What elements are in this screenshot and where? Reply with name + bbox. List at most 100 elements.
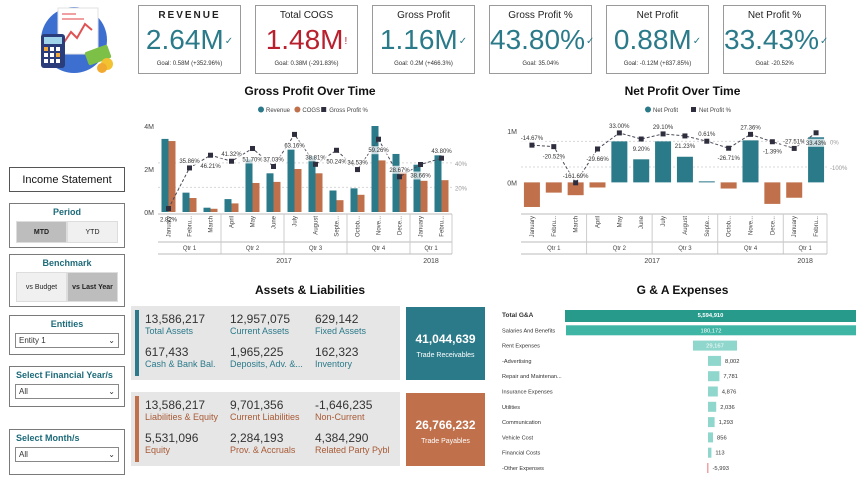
percent-marker[interactable] [313, 161, 318, 167]
net-profit-chart[interactable]: Net Profit Net Profit % 0M 1M -100% 0% -14.67%… [495, 100, 860, 270]
bar-cogs[interactable] [336, 200, 344, 212]
percent-marker[interactable] [529, 142, 535, 148]
gross-profit-chart[interactable]: Revenue COGS Gross Profit %0M2M4M20%40%2.8… [130, 100, 490, 270]
bar-cogs[interactable] [273, 181, 281, 212]
ga-bar[interactable] [708, 447, 712, 458]
data-label: 21.23% [675, 144, 696, 150]
period-mtd-button[interactable]: MTD [16, 221, 67, 243]
bar-net-profit[interactable] [786, 182, 803, 198]
trade-receivables-label: Trade Receivables [416, 352, 475, 359]
data-label: -14.67% [521, 136, 544, 142]
bar-cogs[interactable] [441, 180, 449, 212]
financial-year-dropdown[interactable]: All ⌄ [15, 384, 119, 399]
bar-net-profit[interactable] [523, 182, 540, 207]
ga-bar[interactable] [708, 355, 721, 366]
check-icon: ✓ [692, 35, 702, 47]
chevron-down-icon: ⌄ [108, 336, 115, 345]
data-label: 0.61% [698, 132, 716, 138]
percent-marker[interactable] [660, 131, 666, 137]
bar-revenue[interactable] [350, 188, 358, 212]
bar-revenue[interactable] [434, 155, 442, 212]
bar-cogs[interactable] [378, 160, 386, 212]
percent-marker[interactable] [769, 139, 775, 145]
ga-category-label: Repair and Maintenan... [502, 374, 562, 380]
percent-marker[interactable] [439, 155, 444, 161]
bar-cogs[interactable] [420, 180, 428, 212]
assets-accent-bar [135, 310, 139, 376]
percent-marker[interactable] [726, 145, 732, 151]
percent-marker[interactable] [704, 138, 710, 144]
percent-marker[interactable] [166, 206, 171, 212]
bar-revenue[interactable] [392, 153, 400, 212]
percent-marker[interactable] [791, 145, 797, 151]
entities-dropdown[interactable]: Entity 1 ⌄ [15, 333, 119, 348]
bar-cogs[interactable] [294, 169, 302, 212]
month-dropdown[interactable]: All ⌄ [15, 447, 119, 462]
kpi-value: 1.48M! [256, 25, 357, 57]
percent-marker[interactable] [376, 136, 381, 142]
quarter-label: Qtr 4 [372, 246, 386, 252]
bar-net-profit[interactable] [676, 156, 693, 183]
bar-revenue[interactable] [266, 173, 274, 212]
bar-net-profit[interactable] [589, 182, 606, 188]
y2-tick-label: 0% [830, 140, 839, 146]
bar-cogs[interactable] [315, 173, 323, 212]
bar-revenue[interactable] [203, 207, 211, 212]
bar-net-profit[interactable] [742, 140, 759, 183]
bar-net-profit[interactable] [764, 182, 781, 204]
ga-expenses-title: G & A Expenses [636, 283, 729, 297]
bar-net-profit[interactable] [720, 182, 737, 189]
ga-bar[interactable] [708, 417, 715, 428]
bar-cogs[interactable] [189, 198, 197, 212]
bar-revenue[interactable] [224, 199, 232, 212]
ga-category-label: -Advertising [502, 359, 532, 365]
percent-marker[interactable] [334, 147, 339, 153]
percent-marker[interactable] [616, 130, 622, 136]
percent-marker[interactable] [682, 133, 688, 139]
percent-marker[interactable] [551, 144, 557, 150]
percent-marker[interactable] [748, 131, 753, 137]
benchmark-vs-budget-button[interactable]: vs Budget [16, 272, 67, 302]
percent-marker[interactable] [271, 164, 276, 170]
percent-marker[interactable] [573, 180, 579, 186]
ga-bar[interactable] [707, 463, 709, 473]
percent-marker[interactable] [813, 130, 819, 136]
period-ytd-button[interactable]: YTD [67, 221, 118, 243]
metric-cell: 13,586,217 Total Assets [145, 312, 230, 336]
bar-revenue[interactable] [161, 138, 169, 212]
percent-marker[interactable] [250, 145, 255, 151]
bar-net-profit[interactable] [611, 141, 628, 183]
ga-bar[interactable] [708, 432, 713, 443]
bar-net-profit[interactable] [698, 181, 715, 183]
ga-bar[interactable] [708, 386, 718, 397]
percent-marker[interactable] [292, 131, 297, 137]
bar-net-profit[interactable] [545, 182, 562, 193]
x-tick-label: Octob... [727, 216, 733, 237]
bar-cogs[interactable] [357, 194, 365, 212]
bar-net-profit[interactable] [633, 159, 650, 183]
bar-revenue[interactable] [329, 190, 337, 213]
metric-value: 617,433 [145, 345, 189, 359]
percent-marker[interactable] [418, 162, 423, 168]
ga-expenses-chart[interactable]: Total G&A 5,594,910 Salaries And Benefits 1… [500, 302, 862, 478]
ga-bar[interactable] [708, 371, 720, 382]
bar-cogs[interactable] [210, 208, 218, 212]
bar-revenue[interactable] [287, 149, 295, 212]
percent-marker[interactable] [638, 136, 644, 142]
percent-marker[interactable] [208, 152, 213, 158]
percent-marker[interactable] [187, 165, 192, 171]
bar-cogs[interactable] [252, 182, 260, 212]
ga-category-label: Financial Costs [502, 451, 540, 457]
percent-marker[interactable] [229, 158, 234, 164]
percent-marker[interactable] [595, 146, 600, 152]
benchmark-vs-last-year-button[interactable]: vs Last Year [67, 272, 118, 302]
percent-marker[interactable] [355, 167, 360, 173]
bar-revenue[interactable] [245, 159, 253, 212]
kpi-value: 43.80%✓ [490, 25, 594, 57]
bar-revenue[interactable] [182, 192, 190, 212]
bar-cogs[interactable] [231, 203, 239, 212]
bar-net-profit[interactable] [655, 141, 672, 183]
ga-bar[interactable] [708, 401, 717, 412]
financial-year-slicer-title: Select Financial Year/s [16, 370, 113, 380]
percent-marker[interactable] [397, 174, 402, 180]
